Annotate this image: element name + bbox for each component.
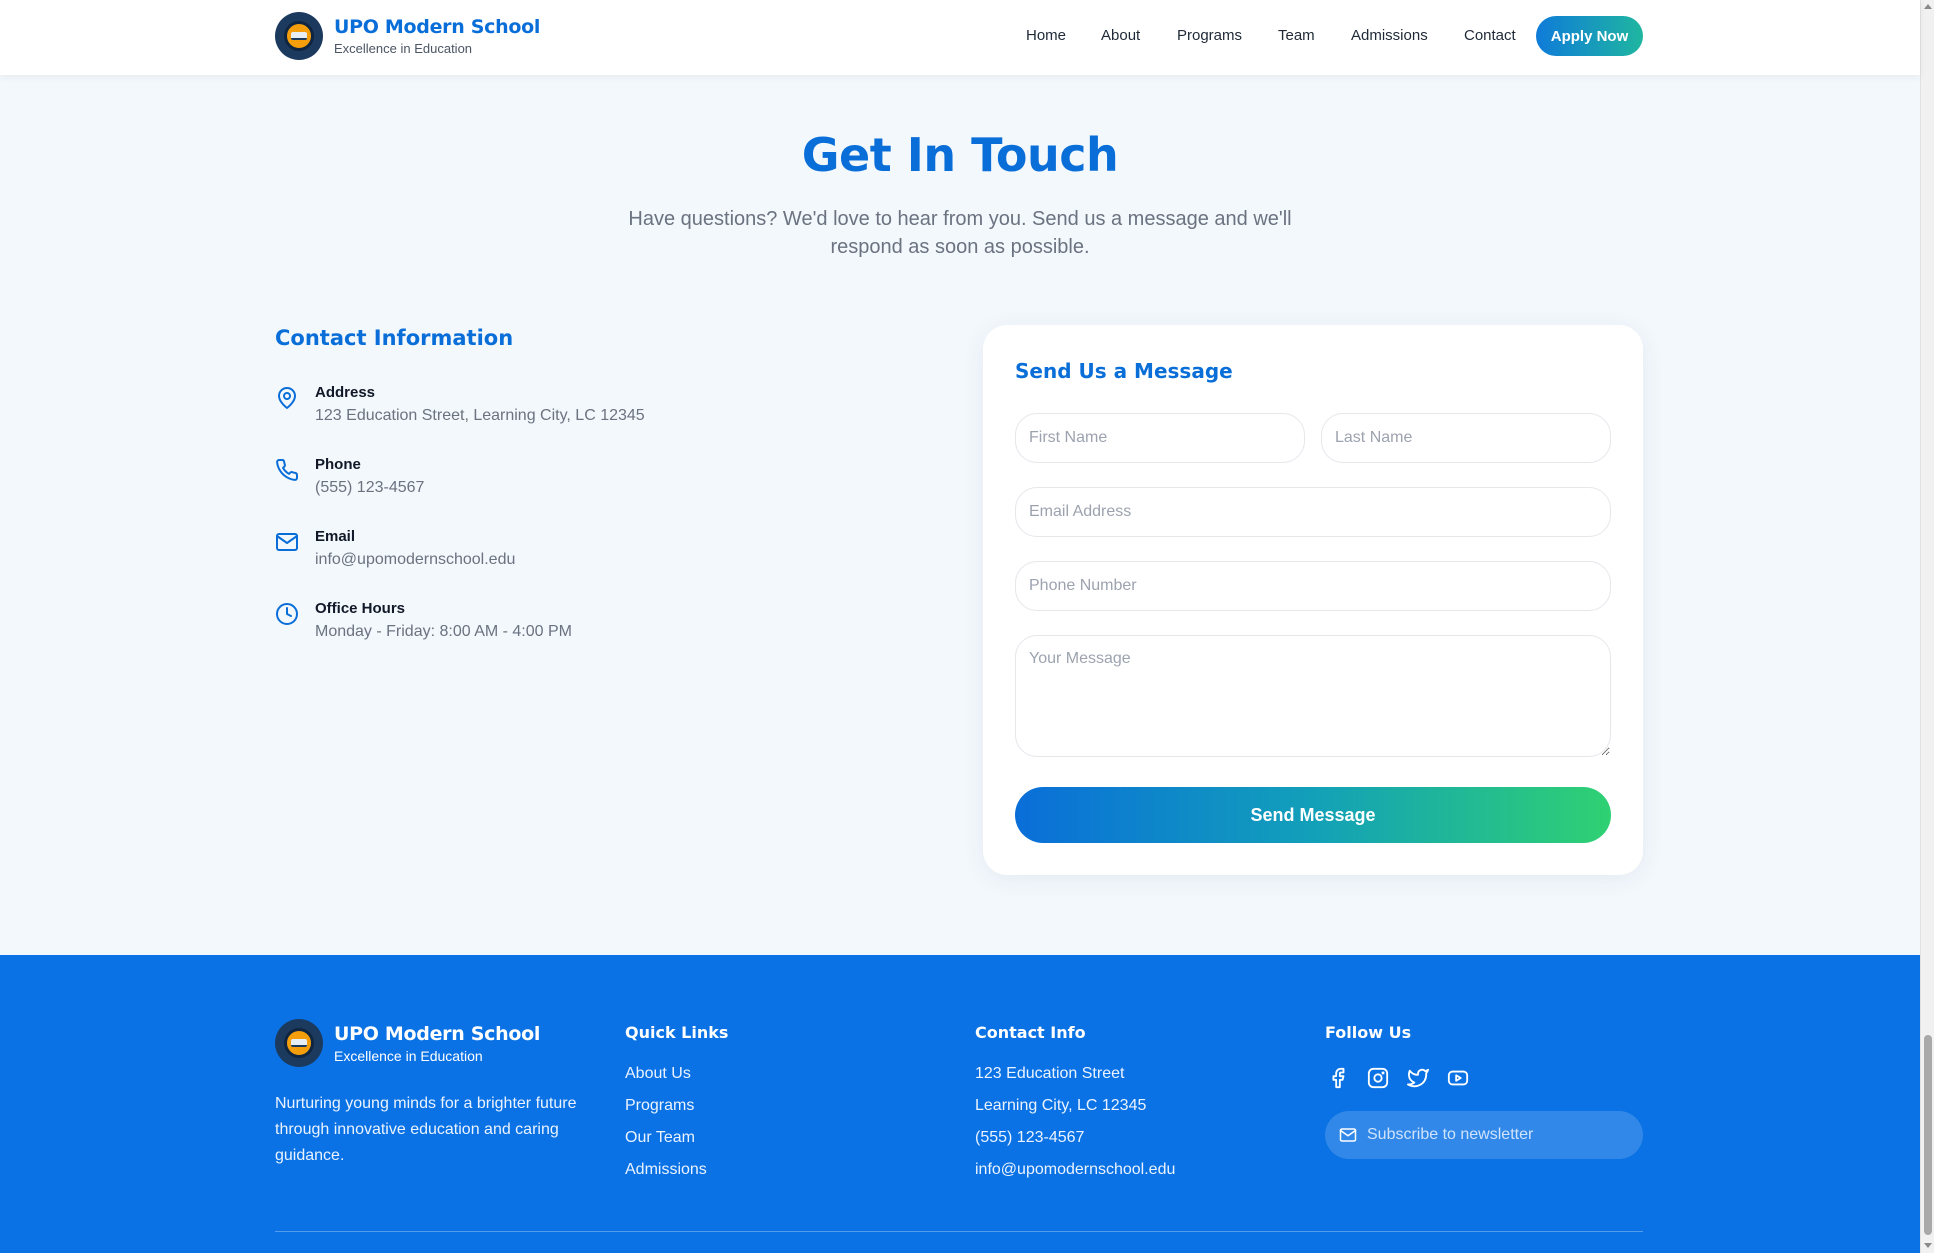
address-label: Address bbox=[315, 384, 376, 401]
social-links bbox=[1325, 1065, 1471, 1091]
footer-school-logo bbox=[275, 1019, 323, 1067]
youtube-icon[interactable] bbox=[1445, 1065, 1471, 1091]
contact-info-column: Contact Info 123 Education Street Learni… bbox=[975, 1023, 1175, 1193]
contact-form: Send Us a Message Send Message bbox=[983, 325, 1643, 875]
nav-programs[interactable]: Programs bbox=[1177, 27, 1242, 44]
contact-phone: Phone (555) 123-4567 bbox=[275, 456, 424, 497]
nav-home[interactable]: Home bbox=[1026, 27, 1066, 44]
contact-info-title: Contact Information bbox=[275, 326, 514, 350]
footer-email: info@upomodernschool.edu bbox=[975, 1161, 1176, 1178]
email-label: Email bbox=[315, 528, 356, 545]
hours-label: Office Hours bbox=[315, 600, 406, 617]
apply-now-button[interactable]: Apply Now bbox=[1536, 16, 1643, 56]
footer-link-admissions[interactable]: Admissions bbox=[625, 1161, 728, 1193]
brand[interactable]: UPO Modern School Excellence in Educatio… bbox=[275, 12, 540, 60]
map-pin-icon bbox=[278, 387, 296, 409]
phone-icon bbox=[276, 458, 299, 481]
last-name-input[interactable] bbox=[1321, 413, 1611, 463]
phone-label: Phone bbox=[315, 456, 361, 473]
first-name-input[interactable] bbox=[1015, 413, 1305, 463]
site-footer: UPO Modern School Excellence in Educatio… bbox=[0, 955, 1920, 1253]
contact-address: Address 123 Education Street, Learning C… bbox=[275, 384, 645, 425]
hours-value: Monday - Friday: 8:00 AM - 4:00 PM bbox=[315, 623, 572, 640]
footer-link-team[interactable]: Our Team bbox=[625, 1129, 728, 1161]
follow-us-column: Follow Us bbox=[1325, 1023, 1471, 1091]
newsletter-input[interactable] bbox=[1367, 1126, 1627, 1144]
footer-divider bbox=[275, 1231, 1643, 1232]
scrollbar-thumb[interactable] bbox=[1924, 1035, 1932, 1235]
site-header: UPO Modern School Excellence in Educatio… bbox=[0, 0, 1920, 75]
nav-contact[interactable]: Contact bbox=[1464, 27, 1516, 44]
nav-admissions[interactable]: Admissions bbox=[1351, 27, 1428, 44]
quick-links-title: Quick Links bbox=[625, 1023, 729, 1042]
footer-brand-name: UPO Modern School bbox=[334, 1022, 541, 1045]
email-input[interactable] bbox=[1015, 487, 1611, 537]
footer-address-line2: Learning City, LC 12345 bbox=[975, 1097, 1147, 1114]
footer-contact-title: Contact Info bbox=[975, 1023, 1086, 1042]
follow-us-title: Follow Us bbox=[1325, 1023, 1412, 1042]
newsletter-field[interactable] bbox=[1325, 1111, 1643, 1159]
school-logo bbox=[275, 12, 323, 60]
address-value: 123 Education Street, Learning City, LC … bbox=[315, 407, 645, 424]
scroll-down-arrow-icon[interactable] bbox=[1924, 1243, 1932, 1248]
email-value: info@upomodernschool.edu bbox=[315, 551, 516, 568]
brand-name: UPO Modern School bbox=[334, 16, 541, 38]
clock-icon bbox=[276, 603, 298, 625]
footer-about-text: Nurturing young minds for a brighter fut… bbox=[275, 1095, 577, 1164]
scroll-up-arrow-icon[interactable] bbox=[1924, 4, 1932, 9]
footer-address-line1: 123 Education Street bbox=[975, 1065, 1125, 1082]
contact-email: Email info@upomodernschool.edu bbox=[275, 528, 515, 569]
footer-brand[interactable]: UPO Modern School Excellence in Educatio… bbox=[275, 1019, 540, 1067]
phone-input[interactable] bbox=[1015, 561, 1611, 611]
contact-hours: Office Hours Monday - Friday: 8:00 AM - … bbox=[275, 600, 572, 641]
footer-brand-tagline: Excellence in Education bbox=[334, 1047, 483, 1064]
footer-phone: (555) 123-4567 bbox=[975, 1129, 1085, 1146]
page-title: Get In Touch bbox=[801, 128, 1119, 182]
message-textarea[interactable] bbox=[1015, 635, 1611, 757]
brand-tagline: Excellence in Education bbox=[334, 41, 473, 56]
page-scrollbar[interactable] bbox=[1920, 0, 1934, 1253]
nav-team[interactable]: Team bbox=[1278, 27, 1315, 44]
twitter-icon[interactable] bbox=[1405, 1065, 1431, 1091]
instagram-icon[interactable] bbox=[1365, 1065, 1391, 1091]
form-title: Send Us a Message bbox=[1015, 359, 1233, 383]
footer-link-programs[interactable]: Programs bbox=[625, 1097, 728, 1129]
nav-about[interactable]: About bbox=[1101, 27, 1140, 44]
phone-value: (555) 123-4567 bbox=[315, 479, 425, 496]
footer-link-about[interactable]: About Us bbox=[625, 1065, 728, 1097]
mail-icon bbox=[1339, 1128, 1357, 1142]
mail-icon bbox=[276, 533, 298, 551]
page-subtitle: Have questions? We'd love to hear from y… bbox=[628, 208, 1292, 258]
send-message-button[interactable]: Send Message bbox=[1015, 787, 1611, 843]
facebook-icon[interactable] bbox=[1325, 1065, 1351, 1091]
quick-links-column: Quick Links About Us Programs Our Team A… bbox=[625, 1023, 728, 1193]
